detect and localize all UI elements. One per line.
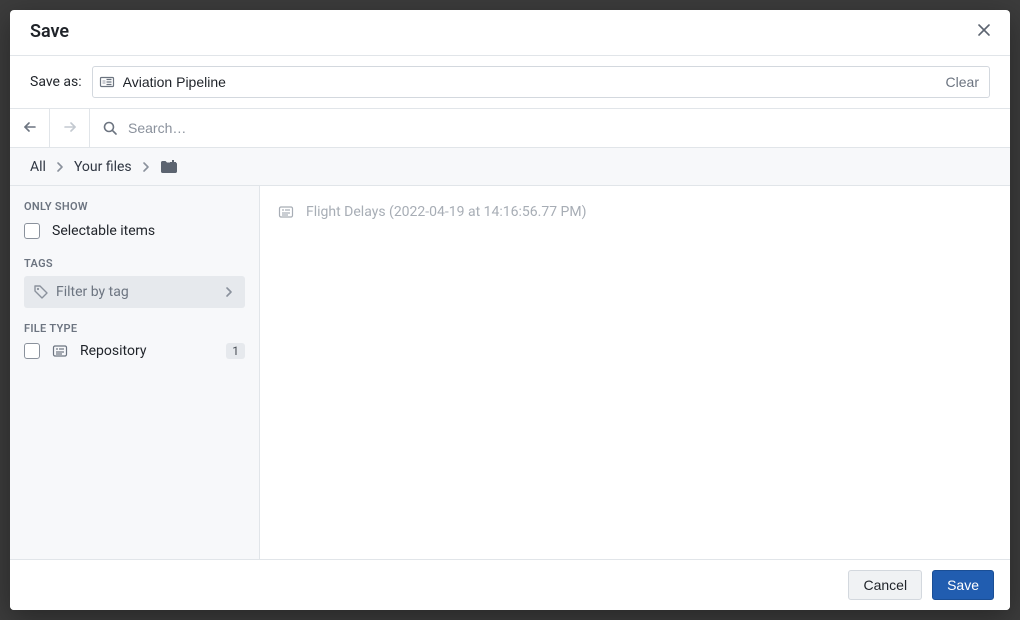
file-type-section: FILE TYPE Repository <box>24 322 245 361</box>
filter-sidebar: ONLY SHOW Selectable items TAGS <box>10 186 260 559</box>
save-as-label: Save as: <box>30 74 82 90</box>
list-item[interactable]: Flight Delays (2022-04-19 at 14:16:56.77… <box>278 198 992 226</box>
close-icon <box>976 22 992 41</box>
file-type-repository[interactable]: Repository 1 <box>24 341 245 361</box>
content-area: Flight Delays (2022-04-19 at 14:16:56.77… <box>260 186 1010 559</box>
arrow-left-icon <box>22 119 38 138</box>
list-item-label: Flight Delays (2022-04-19 at 14:16:56.77… <box>306 204 586 220</box>
pipeline-icon <box>99 74 115 90</box>
search-input[interactable] <box>126 109 1010 147</box>
selectable-items-checkbox[interactable]: Selectable items <box>24 219 245 243</box>
folder-new-icon[interactable] <box>160 160 178 174</box>
breadcrumb: All Your files <box>10 148 1010 186</box>
chevron-right-icon <box>223 286 235 298</box>
file-type-heading: FILE TYPE <box>24 322 245 335</box>
only-show-section: ONLY SHOW Selectable items <box>24 200 245 243</box>
selectable-items-label: Selectable items <box>52 223 155 239</box>
repository-icon <box>278 204 294 220</box>
tags-heading: TAGS <box>24 257 245 270</box>
save-as-input-wrap: Clear <box>92 66 990 98</box>
search-icon <box>102 120 118 136</box>
save-dialog: Save Save as: <box>10 10 1010 610</box>
filter-by-tag-label: Filter by tag <box>56 284 129 300</box>
file-type-count: 1 <box>226 343 245 359</box>
filter-by-tag-button[interactable]: Filter by tag <box>24 276 245 308</box>
breadcrumb-your-files[interactable]: Your files <box>74 159 132 175</box>
save-as-row: Save as: Clear <box>10 56 1010 108</box>
nav-forward-button[interactable] <box>50 109 90 147</box>
breadcrumb-all[interactable]: All <box>30 159 46 175</box>
save-as-input[interactable] <box>121 73 942 91</box>
checkbox-icon <box>24 223 40 239</box>
dialog-title: Save <box>30 21 69 42</box>
clear-button[interactable]: Clear <box>942 72 983 92</box>
dialog-footer: Cancel Save <box>10 559 1010 610</box>
chevron-right-icon <box>140 161 152 173</box>
save-button[interactable]: Save <box>932 570 994 600</box>
cancel-button[interactable]: Cancel <box>848 570 922 600</box>
nav-back-button[interactable] <box>10 109 50 147</box>
arrow-right-icon <box>62 119 78 138</box>
dialog-body: ONLY SHOW Selectable items TAGS <box>10 186 1010 559</box>
tags-section: TAGS Filter by tag <box>24 257 245 308</box>
nav-row <box>10 108 1010 148</box>
only-show-heading: ONLY SHOW <box>24 200 245 213</box>
chevron-right-icon <box>54 161 66 173</box>
tag-filter-left: Filter by tag <box>34 284 129 300</box>
search-wrap <box>90 109 1010 147</box>
close-button[interactable] <box>972 18 996 45</box>
dialog-header: Save <box>10 10 1010 56</box>
tag-icon <box>34 285 48 299</box>
file-type-label: Repository <box>80 343 214 359</box>
checkbox-icon <box>24 343 40 359</box>
backdrop: Save Save as: <box>0 0 1020 620</box>
repository-icon <box>52 343 68 359</box>
